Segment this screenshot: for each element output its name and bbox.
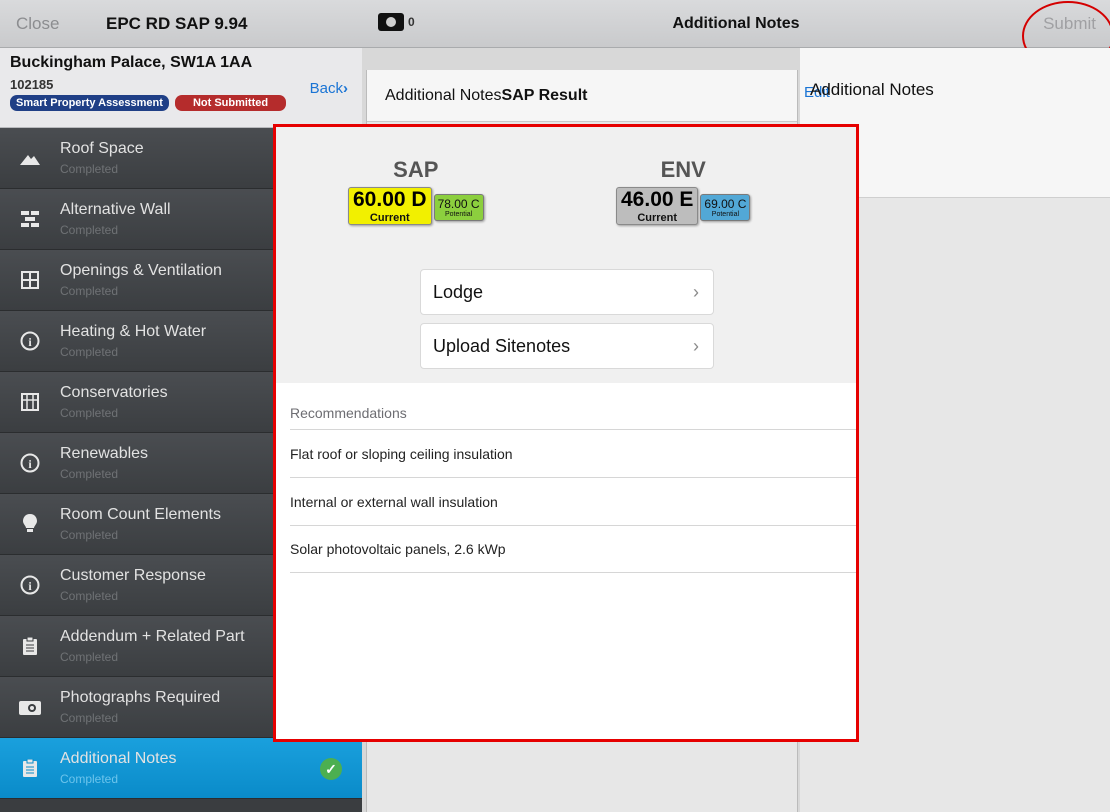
sidebar-topbar: Close EPC RD SAP 9.94 [0,0,362,48]
sidebar-item-label: Renewables [60,445,149,462]
sidebar-item-label: Conservatories [60,384,168,401]
chevron-right-icon: › [693,281,699,302]
recommendation-item: Internal or external wall insulation [290,477,856,525]
info-icon: i [0,331,60,351]
sap-current-caption: Current [369,212,410,224]
sidebar-item-label: Additional Notes [60,750,177,767]
window-icon [0,271,60,289]
recommendation-item: Flat roof or sloping ceiling insulation [290,429,856,477]
notes-pane-title: Additional Notes [810,80,934,99]
badge-row: Smart Property Assessment Not Submitted [10,95,352,111]
sidebar-item-label: Photographs Required [60,689,221,706]
recommendations-header: Recommendations [290,405,407,421]
env-potential-badge: 69.00 C Potential [700,194,751,221]
sidebar-item-status: Completed [60,345,119,359]
score-panel: SAP 60.00 D Current 78.00 C Potential EN… [276,127,856,383]
sidebar-item-status: Completed [60,284,119,298]
recommendations-section: Recommendations Flat roof or sloping cei… [276,383,856,573]
svg-text:i: i [28,335,32,349]
sap-result-modal: SAP 60.00 D Current 78.00 C Potential EN… [273,124,859,742]
sidebar-item-label: Room Count Elements [60,506,221,523]
brick-wall-icon [0,211,60,227]
bulb-icon [0,514,60,534]
pane-title-notes: Additional Notes [385,86,502,104]
env-current-caption: Current [637,212,678,224]
env-current-value: 46.00 E [621,188,694,211]
roof-icon [0,151,60,165]
back-label: Back [309,80,343,97]
sidebar-item-label: Roof Space [60,140,144,157]
checkmark-icon: ✓ [320,758,342,780]
results-pane-header: Additional Notes SAP Result [367,70,797,122]
env-title: ENV [660,157,706,182]
back-button[interactable]: Back› [310,80,348,97]
sap-potential-badge: 78.00 C Potential [433,194,484,221]
sidebar-item-status: Completed [60,650,119,664]
page-title: Additional Notes [672,14,800,32]
sidebar-item-status: Completed [60,162,119,176]
sap-current-badge: 60.00 D Current [348,187,432,225]
pane-title-sap-result: SAP Result [501,86,588,104]
sap-title: SAP [393,157,439,182]
sidebar-item-status: Completed [60,528,119,542]
env-current-badge: 46.00 E Current [616,187,699,225]
sidebar-item-label: Heating & Hot Water [60,323,207,340]
close-button[interactable]: Close [16,14,106,34]
conservatory-icon [0,393,60,411]
upload-sitenotes-button[interactable]: Upload Sitenotes › [420,323,714,369]
camera-icon [0,699,60,715]
sidebar-item-label: Openings & Ventilation [60,262,222,279]
sap-current-value: 60.00 D [353,188,427,211]
env-score: ENV 46.00 E Current 69.00 C Potential [616,157,751,225]
env-potential-value: 69.00 C [704,197,747,211]
clipboard-icon [0,637,60,655]
sap-potential-caption: Potential [444,211,473,218]
property-address: Buckingham Palace, SW1A 1AA [10,54,253,71]
sap-potential-value: 78.00 C [437,197,480,211]
lodge-label: Lodge [433,281,484,302]
assessment-type-badge: Smart Property Assessment [10,95,169,111]
sidebar-item-status: Completed [60,589,119,603]
svg-text:i: i [28,457,32,471]
lodge-button[interactable]: Lodge › [420,269,714,315]
recommendation-item: Solar photovoltaic panels, 2.6 kWp [290,525,856,573]
sidebar-item-status: Completed [60,467,119,481]
clipboard-icon [0,759,60,777]
sidebar-item-status: Completed [60,711,119,725]
info-icon: i [0,575,60,595]
chevron-right-icon: › [693,335,699,356]
sidebar-item-label: Customer Response [60,567,206,584]
sidebar-item-status: Completed [60,406,119,420]
chevron-right-icon: › [343,80,348,97]
sap-score: SAP 60.00 D Current 78.00 C Potential [348,157,484,225]
svg-text:i: i [28,579,32,593]
app-title: EPC RD SAP 9.94 [106,13,248,33]
info-icon: i [0,453,60,473]
sidebar-item-status: Completed [60,772,119,786]
sidebar-item-label: Alternative Wall [60,201,171,218]
sidebar-item-label: Addendum + Related Part [60,628,245,645]
property-header: Buckingham Palace, SW1A 1AA 102185 Back›… [0,48,362,128]
sidebar-item-additional-notes[interactable]: Additional Notes Completed ✓ [0,738,362,799]
env-potential-caption: Potential [711,211,740,218]
sidebar-item-status: Completed [60,223,119,237]
upload-sitenotes-label: Upload Sitenotes [433,335,571,356]
status-badge: Not Submitted [174,95,287,111]
property-reference: 102185 [10,77,54,92]
main-topbar: 0 Additional Notes Submit [362,0,1110,71]
